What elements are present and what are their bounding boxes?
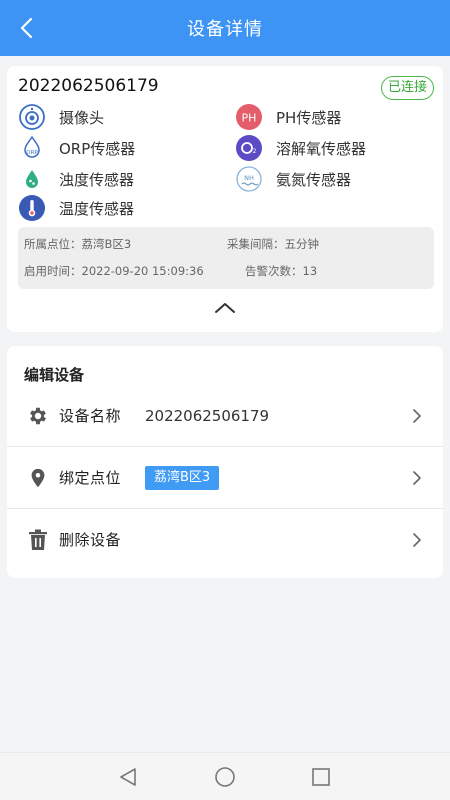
- svg-text:2: 2: [253, 148, 257, 155]
- alarm-count-info: 告警次数：13: [245, 263, 317, 279]
- bind-location-row[interactable]: 绑定点位 荔湾B区3: [7, 447, 443, 508]
- nav-home-button[interactable]: [213, 765, 237, 789]
- gear-icon: [27, 405, 49, 427]
- sensor-turbidity: 浊度传感器: [18, 165, 134, 193]
- trash-icon: [27, 529, 49, 551]
- chevron-up-icon: [215, 303, 235, 313]
- chevron-right-icon: [411, 532, 423, 548]
- section-title: 编辑设备: [24, 366, 85, 384]
- location-label: 所属点位：: [24, 237, 82, 251]
- location-value: 荔湾B区3: [81, 237, 132, 251]
- enabled-time-info: 启用时间：2022-09-20 15:09:36: [24, 263, 204, 279]
- page-title: 设备详情: [187, 19, 263, 40]
- location-tag: 荔湾B区3: [145, 465, 220, 490]
- triangle-back-icon: [120, 768, 136, 786]
- enabled-time-value: 2022-09-20 15:09:36: [81, 264, 204, 278]
- system-navigation-bar: [0, 752, 450, 800]
- sensor-label: 浊度传感器: [59, 170, 135, 189]
- svg-text:NH: NH: [244, 174, 254, 182]
- device-name-row[interactable]: 设备名称 2022062506179: [7, 385, 443, 446]
- top-app-bar: 设备详情: [0, 0, 450, 56]
- enabled-time-label: 启用时间：: [24, 264, 82, 278]
- sensor-label: PH传感器: [276, 108, 342, 127]
- sensor-label: 摄像头: [59, 108, 105, 127]
- svg-text:PH: PH: [242, 112, 257, 125]
- sensor-oxygen: 2 溶解氧传感器: [235, 134, 366, 162]
- svg-text:ORP: ORP: [26, 150, 38, 156]
- sensor-label: 温度传感器: [59, 199, 135, 218]
- status-badge: 已连接: [380, 76, 434, 100]
- location-info: 所属点位：荔湾B区3: [24, 236, 131, 252]
- chevron-left-icon: [20, 17, 33, 39]
- bind-location-label: 绑定点位: [59, 469, 122, 487]
- orp-icon: ORP: [18, 134, 46, 162]
- delete-device-row[interactable]: 删除设备: [7, 509, 443, 570]
- turbidity-icon: [18, 165, 46, 193]
- delete-device-label: 删除设备: [59, 531, 122, 549]
- sensor-orp: ORP ORP传感器: [18, 134, 135, 162]
- interval-label: 采集间隔：: [227, 237, 285, 251]
- device-name-value: 2022062506179: [145, 406, 270, 425]
- sensor-label: ORP传感器: [59, 139, 136, 158]
- nav-recents-button[interactable]: [309, 765, 333, 789]
- device-info-box: 所属点位：荔湾B区3 采集间隔：五分钟 启用时间：2022-09-20 15:0…: [18, 227, 434, 289]
- chevron-right-icon: [411, 408, 423, 424]
- alarm-count-label: 告警次数：: [245, 264, 303, 278]
- collapse-button[interactable]: [213, 299, 237, 317]
- ammonia-icon: NH: [235, 165, 263, 193]
- square-recents-icon: [312, 768, 330, 786]
- thermometer-icon: [18, 194, 46, 222]
- alarm-count-value: 13: [302, 264, 318, 278]
- location-pin-icon: [27, 467, 49, 489]
- chevron-right-icon: [411, 470, 423, 486]
- sensor-temperature: 温度传感器: [18, 194, 134, 222]
- sensor-label: 氨氮传感器: [276, 170, 352, 189]
- sensor-ammonia: NH 氨氮传感器: [235, 165, 351, 193]
- device-id: 2022062506179: [18, 76, 159, 96]
- back-button[interactable]: [8, 10, 44, 46]
- camera-icon: [18, 103, 46, 131]
- interval-info: 采集间隔：五分钟: [227, 236, 319, 252]
- device-detail-card: 2022062506179 已连接 摄像头 PH PH传感器 ORP ORP传感…: [7, 66, 443, 332]
- sensor-camera: 摄像头: [18, 103, 104, 131]
- device-name-label: 设备名称: [59, 407, 122, 425]
- sensor-ph: PH PH传感器: [235, 103, 341, 131]
- sensor-label: 溶解氧传感器: [276, 139, 367, 158]
- circle-home-icon: [215, 767, 235, 787]
- ph-icon: PH: [235, 103, 263, 131]
- nav-back-button[interactable]: [116, 765, 140, 789]
- edit-device-card: 编辑设备 设备名称 2022062506179 绑定点位 荔湾B区3 删除设备: [7, 346, 443, 578]
- interval-value: 五分钟: [284, 237, 320, 251]
- oxygen-icon: 2: [235, 134, 263, 162]
